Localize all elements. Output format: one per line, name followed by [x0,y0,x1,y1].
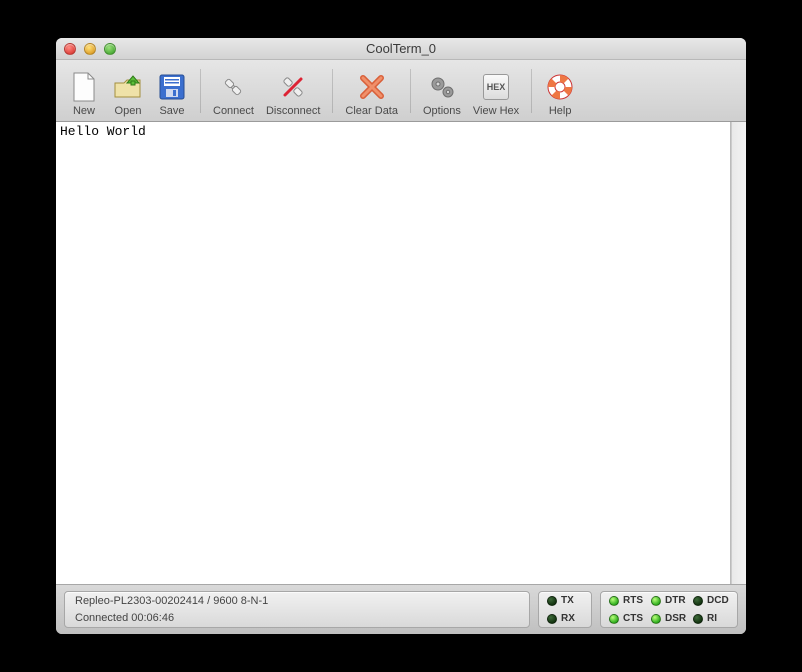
led-dtr[interactable]: DTR [651,595,687,606]
toolbar-separator [200,69,201,113]
terminal-area: Hello World [56,122,746,584]
clear-label: Clear Data [345,105,398,117]
toolbar-separator [531,69,532,113]
dsr-led-icon [651,614,661,624]
terminal-output[interactable]: Hello World [56,122,731,584]
connect-button[interactable]: Connect [207,63,260,119]
help-button[interactable]: Help [538,63,582,119]
toolbar: New Open [56,60,746,122]
status-signals-panel: RTS CTS DTR DSR DCD [600,591,738,628]
clear-data-button[interactable]: Clear Data [339,63,404,119]
new-label: New [73,105,95,117]
hex-icon: HEX [480,71,512,103]
ri-led-icon [693,614,703,624]
led-rx: RX [547,613,583,624]
save-label: Save [159,105,184,117]
save-button[interactable]: Save [150,63,194,119]
options-label: Options [423,105,461,117]
open-button[interactable]: Open [106,63,150,119]
statusbar: Repleo-PL2303-00202414 / 9600 8-N-1 Conn… [56,584,746,634]
options-button[interactable]: Options [417,63,467,119]
cts-led-icon [609,614,619,624]
disconnect-plug-icon [277,71,309,103]
tx-led-icon [547,596,557,606]
zoom-window-button[interactable] [104,43,116,55]
connect-label: Connect [213,105,254,117]
disconnect-label: Disconnect [266,105,320,117]
traffic-lights [56,43,116,55]
status-txrx-panel: TX RX [538,591,592,628]
dtr-led-icon [651,596,661,606]
status-conn-line: Connected 00:06:46 [75,611,174,625]
led-cts: CTS [609,613,645,624]
titlebar[interactable]: CoolTerm_0 [56,38,746,60]
open-label: Open [115,105,142,117]
led-dsr: DSR [651,613,687,624]
help-lifebuoy-icon [544,71,576,103]
dcd-led-icon [693,596,703,606]
status-connection-panel: Repleo-PL2303-00202414 / 9600 8-N-1 Conn… [64,591,530,628]
disconnect-button[interactable]: Disconnect [260,63,326,119]
view-hex-button[interactable]: HEX View Hex [467,63,525,119]
led-tx: TX [547,595,583,606]
minimize-window-button[interactable] [84,43,96,55]
led-rts[interactable]: RTS [609,595,645,606]
new-file-icon [68,71,100,103]
new-button[interactable]: New [62,63,106,119]
clear-x-icon [356,71,388,103]
help-label: Help [549,105,572,117]
window-title: CoolTerm_0 [56,41,746,56]
options-gear-icon [426,71,458,103]
view-hex-label: View Hex [473,105,519,117]
close-window-button[interactable] [64,43,76,55]
led-ri: RI [693,613,729,624]
led-dcd: DCD [693,595,729,606]
app-window: CoolTerm_0 New Open [56,38,746,634]
status-port-line: Repleo-PL2303-00202414 / 9600 8-N-1 [75,594,268,608]
open-folder-icon [112,71,144,103]
toolbar-separator [332,69,333,113]
toolbar-separator [410,69,411,113]
save-floppy-icon [156,71,188,103]
rx-led-icon [547,614,557,624]
vertical-scrollbar[interactable] [731,122,746,584]
rts-led-icon [609,596,619,606]
connect-plug-icon [217,71,249,103]
